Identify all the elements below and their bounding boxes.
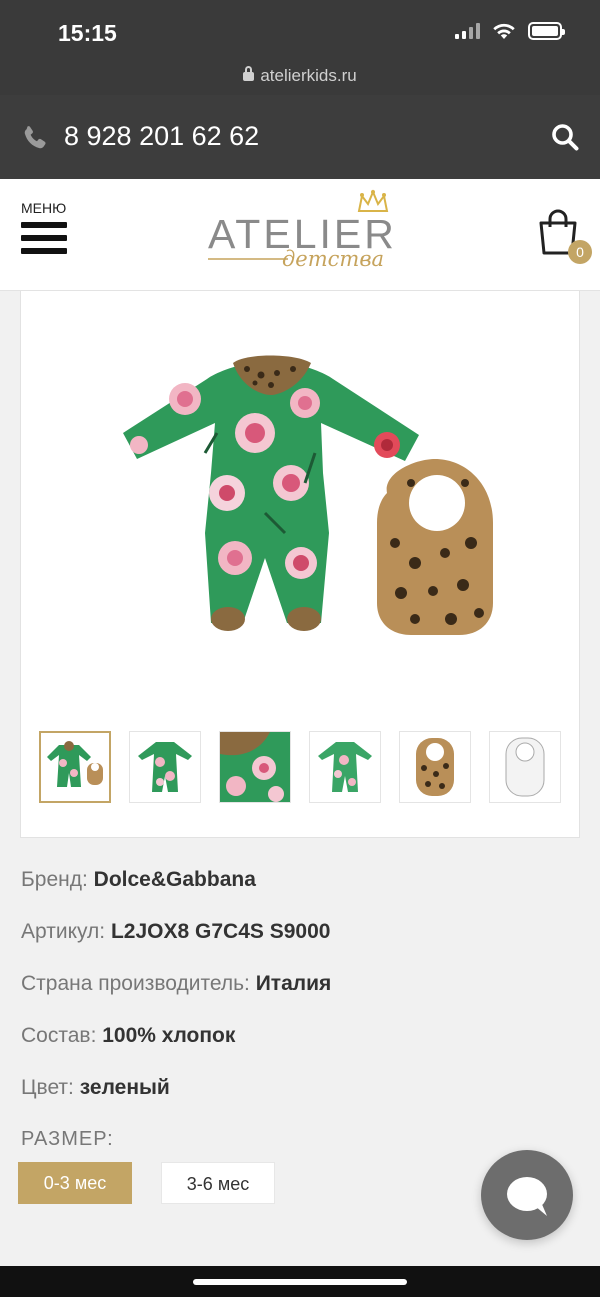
product-main-image[interactable] <box>115 323 495 643</box>
product-gallery <box>20 291 580 838</box>
detail-article: Артикул: L2JOX8 G7C4S S9000 <box>21 920 331 943</box>
detail-country: Страна производитель: Италия <box>21 972 332 995</box>
logo-underline <box>208 258 288 260</box>
battery-icon <box>528 22 565 40</box>
detail-color: Цвет: зеленый <box>21 1076 170 1099</box>
status-time: 15:15 <box>58 20 117 46</box>
detail-composition: Состав: 100% хлопок <box>21 1024 236 1047</box>
cart-count-badge[interactable]: 0 <box>568 240 592 264</box>
thumbnail-5[interactable] <box>399 731 471 803</box>
thumbnail-4[interactable] <box>309 731 381 803</box>
menu-label[interactable]: МЕНЮ <box>21 200 66 216</box>
thumbnail-6[interactable] <box>489 731 561 803</box>
detail-brand: Бренд: Dolce&Gabbana <box>21 868 256 891</box>
product-details: Бренд: Dolce&Gabbana Артикул: L2JOX8 G7C… <box>21 868 581 1128</box>
thumbnail-2[interactable] <box>129 731 201 803</box>
size-option-0-3[interactable]: 0-3 мес <box>18 1162 132 1204</box>
thumbnail-strip <box>39 731 561 803</box>
contact-bar: 8 928 201 62 62 <box>0 95 600 179</box>
size-option-3-6[interactable]: 3-6 мес <box>161 1162 275 1204</box>
wifi-icon <box>493 23 515 39</box>
menu-icon[interactable] <box>21 222 67 258</box>
status-bar: 15:15 atelierkids.ru <box>0 0 600 95</box>
chat-icon <box>507 1177 547 1216</box>
url-bar[interactable]: atelierkids.ru <box>0 66 600 86</box>
signal-icon <box>455 23 480 39</box>
search-icon[interactable] <box>550 122 580 152</box>
thumbnail-1[interactable] <box>39 731 111 803</box>
site-header: МЕНЮ ATELIER детства <box>0 179 600 291</box>
phone-icon[interactable] <box>20 123 50 153</box>
site-logo[interactable]: ATELIER детства <box>204 189 404 281</box>
logo-sub-text: детства <box>282 247 385 271</box>
chat-button[interactable] <box>481 1150 573 1240</box>
status-icons <box>455 22 565 40</box>
url-text: atelierkids.ru <box>260 66 357 85</box>
size-label: РАЗМЕР: <box>21 1128 114 1150</box>
thumbnail-3[interactable] <box>219 731 291 803</box>
lock-icon <box>243 66 255 81</box>
home-indicator[interactable] <box>193 1279 407 1285</box>
phone-number-link[interactable]: 8 928 201 62 62 <box>64 121 259 152</box>
